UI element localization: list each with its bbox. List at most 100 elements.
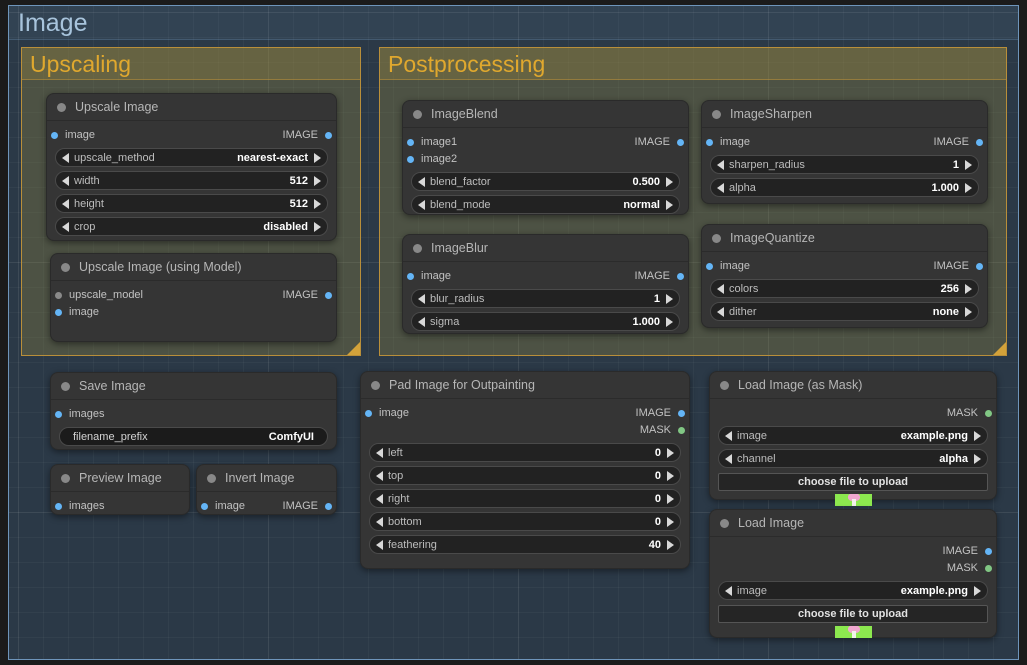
- output-slot-image[interactable]: IMAGE: [636, 408, 685, 419]
- node-load-image-as-mask[interactable]: Load Image (as Mask) MASK image example.…: [709, 371, 997, 506]
- node-save-image[interactable]: Save Image images filename_prefix ComfyU…: [50, 372, 337, 450]
- node-header[interactable]: ImageSharpen: [702, 101, 987, 128]
- widget-top[interactable]: top 0: [369, 466, 681, 485]
- input-dot-icon[interactable]: [51, 132, 58, 139]
- node-header[interactable]: Pad Image for Outpainting: [361, 372, 689, 399]
- output-dot-icon[interactable]: [677, 139, 684, 146]
- input-slot-image1[interactable]: image1: [407, 137, 457, 148]
- choose-file-to-upload-button[interactable]: choose file to upload: [718, 473, 988, 491]
- node-collapse-icon[interactable]: [413, 243, 422, 253]
- output-dot-icon[interactable]: [976, 139, 983, 146]
- input-slot-images[interactable]: images: [55, 501, 104, 512]
- group-resize-handle-icon[interactable]: [993, 342, 1006, 355]
- input-dot-icon[interactable]: [365, 410, 372, 417]
- node-header[interactable]: ImageBlend: [403, 101, 688, 128]
- increment-arrow-icon[interactable]: [974, 585, 981, 596]
- widget-dither[interactable]: dither none: [710, 302, 979, 321]
- output-slot-image[interactable]: IMAGE: [943, 546, 992, 557]
- output-slot-mask[interactable]: MASK: [947, 563, 992, 574]
- output-dot-icon[interactable]: [325, 503, 332, 510]
- increment-arrow-icon[interactable]: [666, 316, 673, 327]
- input-slot-image[interactable]: image: [365, 408, 409, 419]
- node-header[interactable]: ImageBlur: [403, 235, 688, 262]
- increment-arrow-icon[interactable]: [314, 198, 321, 209]
- output-dot-icon[interactable]: [985, 410, 992, 417]
- increment-arrow-icon[interactable]: [667, 493, 674, 504]
- widget-colors[interactable]: colors 256: [710, 279, 979, 298]
- node-header[interactable]: Upscale Image: [47, 94, 336, 121]
- output-dot-icon[interactable]: [985, 565, 992, 572]
- widget-crop[interactable]: crop disabled: [55, 217, 328, 236]
- output-slot-image[interactable]: IMAGE: [635, 271, 684, 282]
- input-dot-icon[interactable]: [407, 156, 414, 163]
- widget-sharpen-radius[interactable]: sharpen_radius 1: [710, 155, 979, 174]
- widget-blend-factor[interactable]: blend_factor 0.500: [411, 172, 680, 191]
- input-dot-icon[interactable]: [55, 292, 62, 299]
- node-header[interactable]: Preview Image: [51, 465, 189, 492]
- decrement-arrow-icon[interactable]: [725, 430, 732, 441]
- node-load-image[interactable]: Load Image IMAGE MASK image example.png …: [709, 509, 997, 638]
- node-collapse-icon[interactable]: [712, 109, 721, 119]
- node-collapse-icon[interactable]: [413, 109, 422, 119]
- node-collapse-icon[interactable]: [61, 473, 70, 483]
- decrement-arrow-icon[interactable]: [725, 453, 732, 464]
- output-dot-icon[interactable]: [976, 263, 983, 270]
- decrement-arrow-icon[interactable]: [62, 152, 69, 163]
- increment-arrow-icon[interactable]: [314, 175, 321, 186]
- widget-feathering[interactable]: feathering 40: [369, 535, 681, 554]
- output-slot-image[interactable]: IMAGE: [635, 137, 684, 148]
- decrement-arrow-icon[interactable]: [62, 221, 69, 232]
- node-pad-image-for-outpainting[interactable]: Pad Image for Outpainting image IMAGE MA…: [360, 371, 690, 569]
- decrement-arrow-icon[interactable]: [62, 175, 69, 186]
- widget-height[interactable]: height 512: [55, 194, 328, 213]
- widget-blend-mode[interactable]: blend_mode normal: [411, 195, 680, 214]
- group-upscaling-title[interactable]: Upscaling: [22, 48, 360, 80]
- input-slot-images[interactable]: images: [55, 409, 104, 420]
- node-image-sharpen[interactable]: ImageSharpen image IMAGE sharpen_radius: [701, 100, 988, 204]
- decrement-arrow-icon[interactable]: [717, 283, 724, 294]
- increment-arrow-icon[interactable]: [974, 430, 981, 441]
- widget-channel[interactable]: channel alpha: [718, 449, 988, 468]
- decrement-arrow-icon[interactable]: [376, 470, 383, 481]
- node-header[interactable]: Invert Image: [197, 465, 336, 492]
- output-dot-icon[interactable]: [985, 548, 992, 555]
- node-preview-image[interactable]: Preview Image images: [50, 464, 190, 515]
- output-dot-icon[interactable]: [325, 292, 332, 299]
- input-dot-icon[interactable]: [201, 503, 208, 510]
- output-slot-image[interactable]: IMAGE: [934, 261, 983, 272]
- group-postprocessing-title[interactable]: Postprocessing: [380, 48, 1006, 80]
- increment-arrow-icon[interactable]: [667, 516, 674, 527]
- input-dot-icon[interactable]: [55, 309, 62, 316]
- input-dot-icon[interactable]: [55, 411, 62, 418]
- choose-file-to-upload-button[interactable]: choose file to upload: [718, 605, 988, 623]
- node-graph-canvas[interactable]: Image Upscaling Postprocessing Upscale I…: [0, 0, 1027, 665]
- node-upscale-image[interactable]: Upscale Image image IMAGE upscale_method: [46, 93, 337, 241]
- node-invert-image[interactable]: Invert Image image IMAGE: [196, 464, 337, 515]
- output-slot-mask[interactable]: MASK: [640, 425, 685, 436]
- decrement-arrow-icon[interactable]: [376, 447, 383, 458]
- decrement-arrow-icon[interactable]: [418, 316, 425, 327]
- increment-arrow-icon[interactable]: [965, 159, 972, 170]
- input-slot-image[interactable]: image: [51, 130, 95, 141]
- output-slot-mask[interactable]: MASK: [947, 408, 992, 419]
- decrement-arrow-icon[interactable]: [418, 176, 425, 187]
- node-collapse-icon[interactable]: [371, 380, 380, 390]
- input-slot-image[interactable]: image: [706, 137, 750, 148]
- increment-arrow-icon[interactable]: [965, 182, 972, 193]
- widget-filename-prefix[interactable]: filename_prefix ComfyUI: [59, 427, 328, 446]
- increment-arrow-icon[interactable]: [974, 453, 981, 464]
- decrement-arrow-icon[interactable]: [717, 306, 724, 317]
- input-slot-image2[interactable]: image2: [407, 154, 457, 165]
- increment-arrow-icon[interactable]: [667, 447, 674, 458]
- input-slot-image[interactable]: image: [706, 261, 750, 272]
- increment-arrow-icon[interactable]: [667, 470, 674, 481]
- widget-left[interactable]: left 0: [369, 443, 681, 462]
- node-header[interactable]: Upscale Image (using Model): [51, 254, 336, 281]
- node-collapse-icon[interactable]: [61, 262, 70, 272]
- input-slot-image[interactable]: image: [201, 501, 245, 512]
- input-slot-upscale-model[interactable]: upscale_model: [55, 290, 143, 301]
- decrement-arrow-icon[interactable]: [376, 539, 383, 550]
- increment-arrow-icon[interactable]: [965, 306, 972, 317]
- input-slot-image[interactable]: image: [407, 271, 451, 282]
- node-collapse-icon[interactable]: [720, 380, 729, 390]
